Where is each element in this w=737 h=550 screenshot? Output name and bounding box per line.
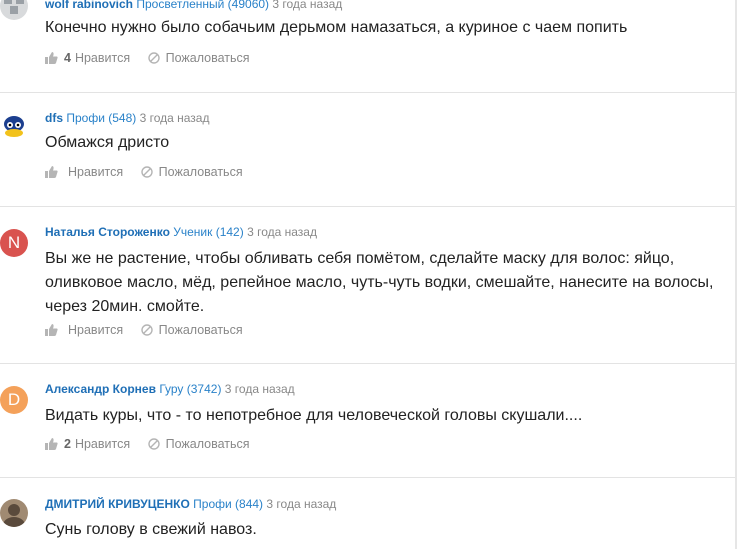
answer-meta: Наталья Стороженко Ученик (142) 3 года н… bbox=[45, 224, 317, 240]
avatar-letter: N bbox=[7, 233, 21, 252]
author-name[interactable]: Наталья Стороженко bbox=[45, 225, 170, 239]
answer-item: wolf rabinovich Просветленный (49060) 3 … bbox=[0, 0, 735, 92]
answer-time: 3 года назад bbox=[272, 0, 343, 11]
like-count: 2 bbox=[64, 437, 71, 451]
author-name[interactable]: ДМИТРИЙ КРИВУЦЕНКО bbox=[45, 497, 190, 511]
thumbs-up-icon bbox=[45, 166, 58, 178]
like-label: Нравится bbox=[68, 323, 124, 337]
author-name[interactable]: Александр Корнев bbox=[45, 382, 156, 396]
report-icon bbox=[147, 438, 160, 450]
report-label: Пожаловаться bbox=[165, 51, 250, 65]
answer-text: Сунь голову в свежий навоз. bbox=[45, 521, 257, 538]
answer-meta: wolf rabinovich Просветленный (49060) 3 … bbox=[45, 0, 342, 12]
author-rank[interactable]: Гуру (3742) bbox=[159, 382, 221, 396]
answer-actions: Нравится Пожаловаться bbox=[45, 164, 257, 182]
report-label: Пожаловаться bbox=[158, 323, 243, 337]
answer-item: dfs Профи (548) 3 года назад Обмажся дри… bbox=[0, 92, 735, 206]
author-rank[interactable]: Просветленный (49060) bbox=[136, 0, 269, 11]
report-icon bbox=[140, 166, 153, 178]
author-rank[interactable]: Профи (548) bbox=[66, 111, 136, 125]
answer-item: ДМИТРИЙ КРИВУЦЕНКО Профи (844) 3 года на… bbox=[0, 477, 735, 550]
author-rank[interactable]: Профи (844) bbox=[193, 497, 263, 511]
like-label: Нравится bbox=[74, 51, 131, 65]
thumbs-up-icon bbox=[45, 324, 58, 336]
like-label: Нравится bbox=[68, 165, 124, 179]
like-count: 4 bbox=[64, 51, 71, 65]
avatar-image-icon bbox=[0, 499, 28, 527]
answer-actions: Нравится Пожаловаться bbox=[45, 322, 257, 340]
like-button[interactable]: Нравится bbox=[45, 164, 123, 180]
report-label: Пожаловаться bbox=[158, 165, 243, 179]
like-button[interactable]: Нравится bbox=[45, 322, 123, 338]
report-button[interactable]: Пожаловаться bbox=[147, 50, 250, 66]
answer-time: 3 года назад bbox=[224, 382, 295, 396]
answer-meta: Александр Корнев Гуру (3742) 3 года наза… bbox=[45, 381, 295, 397]
author-name[interactable]: wolf rabinovich bbox=[45, 0, 133, 11]
answer-time: 3 года назад bbox=[139, 111, 210, 125]
report-icon bbox=[140, 324, 153, 336]
answer-meta: ДМИТРИЙ КРИВУЦЕНКО Профи (844) 3 года на… bbox=[45, 496, 336, 512]
user-avatar[interactable] bbox=[0, 113, 28, 141]
thumbs-up-icon bbox=[45, 438, 58, 450]
like-label: Нравится bbox=[74, 437, 131, 451]
user-avatar[interactable] bbox=[0, 0, 28, 20]
answer-actions: 2 Нравится Пожаловаться bbox=[45, 436, 264, 454]
thumbs-up-icon bbox=[45, 52, 58, 64]
report-button[interactable]: Пожаловаться bbox=[140, 164, 243, 180]
user-avatar[interactable]: N bbox=[0, 229, 28, 257]
like-button[interactable]: 2 Нравится bbox=[45, 436, 130, 452]
avatar-image-icon bbox=[0, 0, 28, 20]
answer-text: Вы же не растение, чтобы обливать себя п… bbox=[45, 250, 714, 315]
like-button[interactable]: 4 Нравится bbox=[45, 50, 130, 66]
answer-text: Конечно нужно было собачьим дерьмом нама… bbox=[45, 19, 628, 36]
user-avatar[interactable]: D bbox=[0, 386, 28, 414]
report-label: Пожаловаться bbox=[165, 437, 250, 451]
report-button[interactable]: Пожаловаться bbox=[147, 436, 250, 452]
author-rank[interactable]: Ученик (142) bbox=[173, 225, 243, 239]
avatar-image-icon bbox=[0, 113, 28, 141]
report-icon bbox=[147, 52, 160, 64]
answer-time: 3 года назад bbox=[247, 225, 317, 239]
user-avatar[interactable] bbox=[0, 499, 28, 527]
avatar-letter: D bbox=[7, 390, 21, 409]
author-name[interactable]: dfs bbox=[45, 111, 63, 125]
report-button[interactable]: Пожаловаться bbox=[140, 322, 243, 338]
answer-time: 3 года назад bbox=[266, 497, 337, 511]
answer-item: N Наталья Стороженко Ученик (142) 3 года… bbox=[0, 206, 735, 363]
answer-actions: 4 Нравится Пожаловаться bbox=[45, 50, 264, 68]
answer-text: Обмажся дристо bbox=[45, 134, 170, 151]
answer-text: Видать куры, что - то непотребное для че… bbox=[45, 407, 583, 424]
answer-item: D Александр Корнев Гуру (3742) 3 года на… bbox=[0, 363, 735, 477]
answer-meta: dfs Профи (548) 3 года назад bbox=[45, 110, 209, 126]
